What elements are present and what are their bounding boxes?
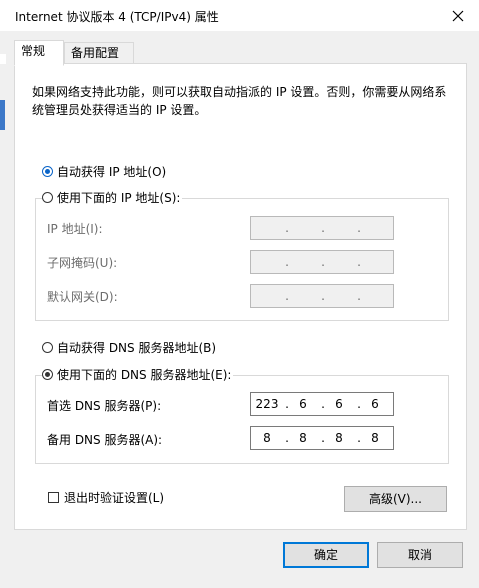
validate-on-exit-checkbox[interactable]: 退出时验证设置(L) <box>48 489 164 506</box>
ip-dot: . <box>285 255 289 269</box>
radio-auto-ip[interactable]: 自动获得 IP 地址(O) <box>42 163 169 180</box>
ip-octet[interactable]: 6 <box>323 393 355 415</box>
ip-address-label: IP 地址(I): <box>47 222 103 236</box>
radio-indicator <box>42 166 53 177</box>
background-window-accent <box>0 100 5 130</box>
radio-label: 自动获得 DNS 服务器地址(B) <box>57 341 217 355</box>
dns-groupbox <box>35 375 449 464</box>
ip-dot: . <box>357 221 361 235</box>
ip-octet[interactable]: 8 <box>323 427 355 449</box>
tab-label: 常规 <box>21 44 46 58</box>
tab-general[interactable]: 常规 <box>14 40 64 66</box>
radio-manual-ip[interactable]: 使用下面的 IP 地址(S): <box>42 189 183 206</box>
subnet-mask-field[interactable]: . . . <box>250 250 394 274</box>
ip-octet[interactable]: 8 <box>251 427 283 449</box>
ip-octet[interactable]: 6 <box>287 393 319 415</box>
ip-dot: . <box>357 255 361 269</box>
tab-label: 备用配置 <box>71 46 120 60</box>
radio-indicator <box>42 369 53 380</box>
checkbox-indicator <box>48 492 59 503</box>
radio-manual-dns[interactable]: 使用下面的 DNS 服务器地址(E): <box>42 366 234 383</box>
radio-label: 使用下面的 IP 地址(S): <box>57 191 181 205</box>
preferred-dns-field[interactable]: 223 . 6 . 6 . 6 <box>250 392 394 416</box>
ip-octet[interactable]: 223 <box>251 393 283 415</box>
advanced-button[interactable]: 高级(V)... <box>344 486 447 512</box>
subnet-mask-label: 子网掩码(U): <box>47 256 118 270</box>
radio-indicator <box>42 342 53 353</box>
description-text: 如果网络支持此功能，则可以获取自动指派的 IP 设置。否则，你需要从网络系统管理… <box>32 85 447 117</box>
ip-dot: . <box>321 289 325 303</box>
tab-alternate-config[interactable]: 备用配置 <box>64 42 134 65</box>
alternate-dns-field[interactable]: 8 . 8 . 8 . 8 <box>250 426 394 450</box>
cancel-button[interactable]: 取消 <box>377 542 463 568</box>
window-title: Internet 协议版本 4 (TCP/IPv4) 属性 <box>15 10 219 24</box>
checkbox-label: 退出时验证设置(L) <box>64 491 165 505</box>
radio-label: 使用下面的 DNS 服务器地址(E): <box>57 368 232 382</box>
background-window-edge <box>0 54 6 64</box>
general-panel: 如果网络支持此功能，则可以获取自动指派的 IP 设置。否则，你需要从网络系统管理… <box>14 63 467 530</box>
default-gateway-field[interactable]: . . . <box>250 284 394 308</box>
ip-octet[interactable]: 8 <box>287 427 319 449</box>
ok-button[interactable]: 确定 <box>283 542 369 568</box>
ip-octet[interactable]: 8 <box>359 427 391 449</box>
close-button[interactable] <box>437 0 479 31</box>
preferred-dns-label: 首选 DNS 服务器(P): <box>47 399 162 413</box>
default-gateway-label: 默认网关(D): <box>47 290 118 304</box>
ip-dot: . <box>285 221 289 235</box>
ip-address-field[interactable]: . . . <box>250 216 394 240</box>
radio-auto-dns[interactable]: 自动获得 DNS 服务器地址(B) <box>42 339 219 356</box>
ip-dot: . <box>285 289 289 303</box>
title-bar: Internet 协议版本 4 (TCP/IPv4) 属性 <box>0 0 479 31</box>
radio-indicator <box>42 192 53 203</box>
radio-label: 自动获得 IP 地址(O) <box>57 165 167 179</box>
ip-octet[interactable]: 6 <box>359 393 391 415</box>
ip-dot: . <box>321 255 325 269</box>
ip-dot: . <box>321 221 325 235</box>
alternate-dns-label: 备用 DNS 服务器(A): <box>47 433 163 447</box>
ip-dot: . <box>357 289 361 303</box>
close-icon <box>452 10 464 21</box>
